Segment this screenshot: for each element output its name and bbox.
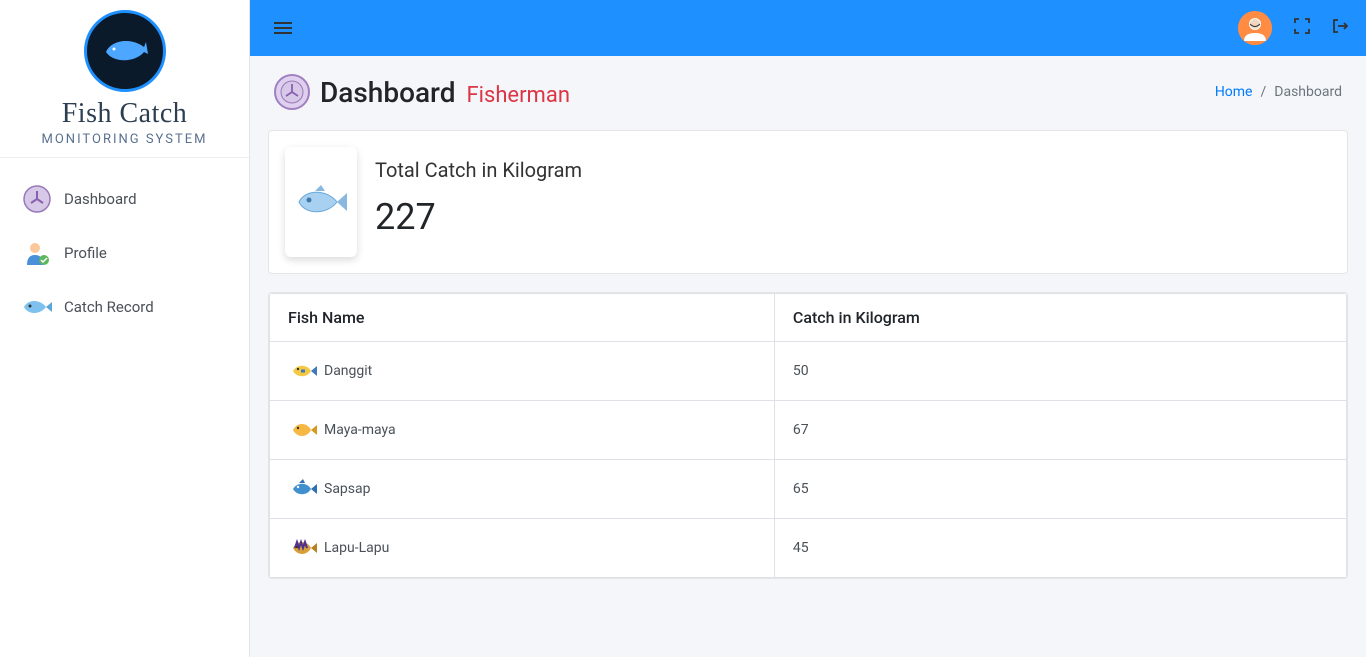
fish-thumb-icon <box>288 474 318 504</box>
table-row: Lapu-Lapu 45 <box>270 519 1347 578</box>
stat-label: Total Catch in Kilogram <box>375 158 582 182</box>
cell-catch-kg: 67 <box>774 401 1346 460</box>
sidebar-item-catch-record[interactable]: Catch Record <box>0 280 249 334</box>
column-catch-kg: Catch in Kilogram <box>774 294 1346 342</box>
fish-thumb-icon <box>288 356 318 386</box>
table-row: Danggit 50 <box>270 342 1347 401</box>
brand-subtitle: Monitoring System <box>10 132 239 147</box>
cell-catch-kg: 50 <box>774 342 1346 401</box>
sidebar-item-label: Profile <box>64 244 107 262</box>
breadcrumb-current: Dashboard <box>1274 84 1342 100</box>
fish-thumb-icon <box>288 533 318 563</box>
cell-fish-name: Maya-maya <box>270 401 775 460</box>
dashboard-icon <box>22 184 52 214</box>
sidebar-item-label: Catch Record <box>64 298 154 316</box>
sidebar-item-dashboard[interactable]: Dashboard <box>0 172 249 226</box>
stat-fish-icon <box>285 147 357 257</box>
sidebar-item-profile[interactable]: Profile <box>0 226 249 280</box>
breadcrumb: Home / Dashboard <box>1215 84 1342 100</box>
cell-fish-name: Sapsap <box>270 460 775 519</box>
catch-table-card: Fish Name Catch in Kilogram Danggit 50 M… <box>268 292 1348 579</box>
user-avatar[interactable] <box>1238 11 1272 45</box>
logout-icon[interactable] <box>1332 18 1348 38</box>
brand-logo-area: Fish Catch Monitoring System <box>0 0 249 158</box>
table-row: Maya-maya 67 <box>270 401 1347 460</box>
stat-value: 227 <box>375 196 582 238</box>
breadcrumb-separator: / <box>1261 84 1267 100</box>
page-icon <box>274 74 310 110</box>
cell-catch-kg: 45 <box>774 519 1346 578</box>
table-row: Sapsap 65 <box>270 460 1347 519</box>
cell-fish-name: Danggit <box>270 342 775 401</box>
fish-icon <box>22 292 52 322</box>
cell-catch-kg: 65 <box>774 460 1346 519</box>
page-title: Dashboard Fisherman <box>320 76 570 109</box>
fullscreen-icon[interactable] <box>1294 18 1310 38</box>
main-content: Dashboard Fisherman Home / Dashboard Tot… <box>250 0 1366 599</box>
catch-table: Fish Name Catch in Kilogram Danggit 50 M… <box>269 293 1347 578</box>
sidebar-nav: Dashboard Profile Catch Record <box>0 158 249 348</box>
fish-thumb-icon <box>288 415 318 445</box>
profile-icon <box>22 238 52 268</box>
column-fish-name: Fish Name <box>270 294 775 342</box>
sidebar: Fish Catch Monitoring System Dashboard P… <box>0 0 250 657</box>
brand-title: Fish Catch <box>10 98 239 130</box>
page-subtitle: Fisherman <box>466 83 570 108</box>
breadcrumb-home-link[interactable]: Home <box>1215 84 1253 100</box>
cell-fish-name: Lapu-Lapu <box>270 519 775 578</box>
content-header: Dashboard Fisherman Home / Dashboard <box>250 56 1366 120</box>
brand-logo-icon <box>84 10 166 92</box>
total-catch-card: Total Catch in Kilogram 227 <box>268 130 1348 274</box>
menu-toggle-button[interactable] <box>268 13 298 43</box>
topbar <box>250 0 1366 56</box>
sidebar-item-label: Dashboard <box>64 190 137 208</box>
